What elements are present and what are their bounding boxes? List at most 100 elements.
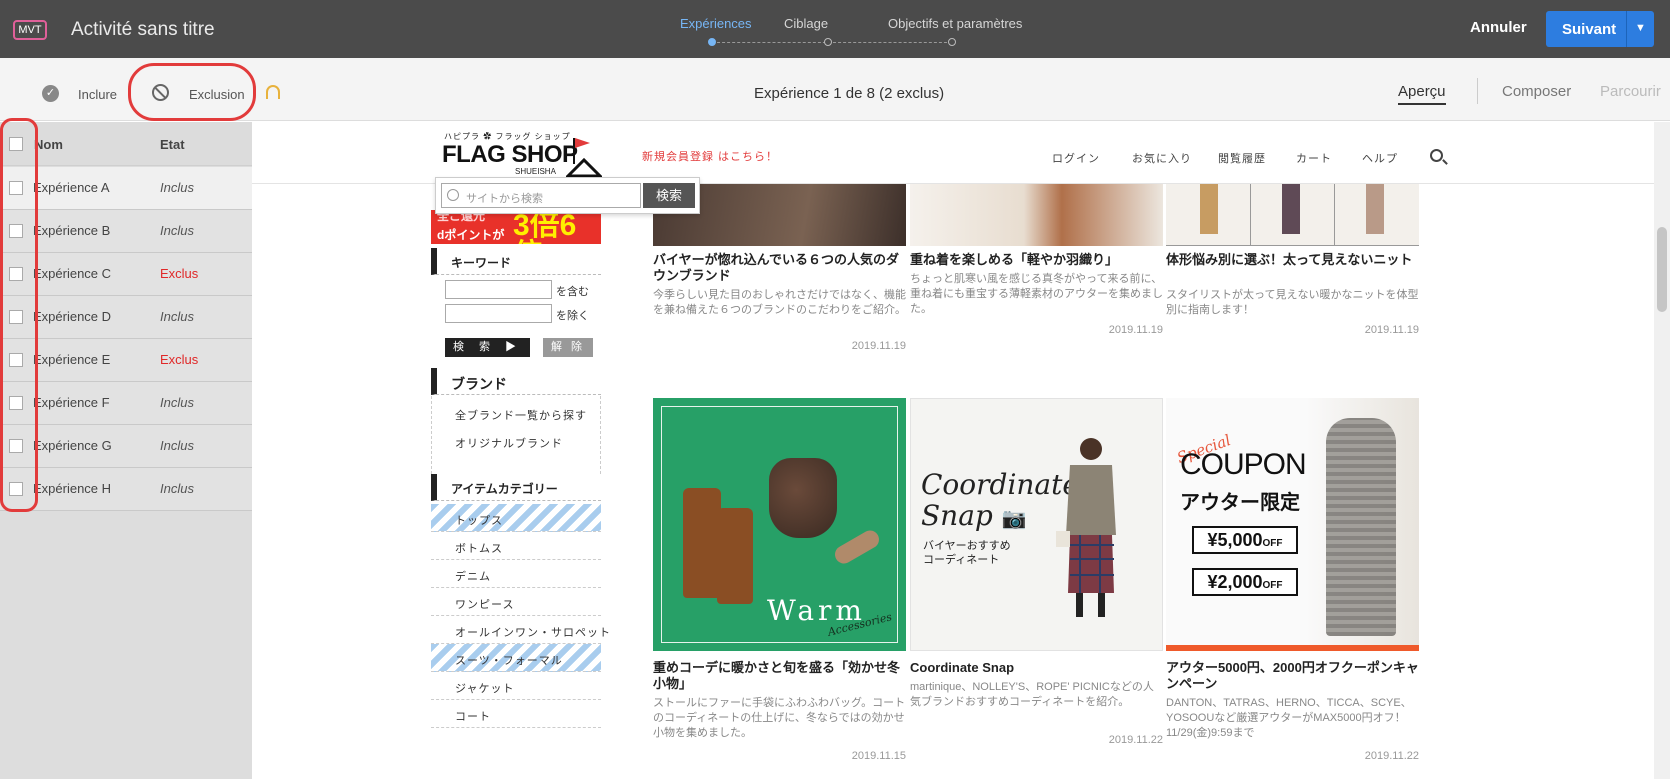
step-targeting[interactable]: Ciblage	[784, 16, 828, 31]
category-label: スーツ・フォーマル	[455, 655, 563, 667]
article-date: 2019.11.22	[1364, 750, 1419, 762]
search-icon[interactable]	[1430, 149, 1443, 162]
keyword-include-label: を含む	[556, 286, 589, 298]
activity-title[interactable]: Activité sans titre	[71, 19, 215, 41]
coupon-suffix: OFF	[1262, 538, 1283, 549]
preview-scrollbar-thumb[interactable]	[1657, 227, 1667, 312]
column-state[interactable]: Etat	[160, 137, 185, 152]
exclusion-button[interactable]: Exclusion	[189, 87, 245, 102]
step-connector	[712, 42, 952, 43]
experience-state: Inclus	[160, 481, 194, 496]
article-card[interactable]: Coordinate Snap 📷 バイヤーおすすめ コーディネート Coordin…	[910, 398, 1163, 758]
experience-name: Expérience G	[33, 438, 112, 453]
article-title: バイヤーが惚れ込んでいる６つの人気のダウンブランド	[653, 252, 899, 283]
cancel-button[interactable]: Annuler	[1470, 19, 1527, 36]
site-header: ハピプラ ✿ フラッグ ショップ FLAG SHOP SHUEISHA 新規会員…	[252, 122, 1654, 184]
next-dropdown-icon[interactable]: ▼	[1626, 11, 1654, 47]
category-item[interactable]: ジャケット	[431, 672, 601, 700]
experience-name: Expérience H	[33, 481, 112, 496]
article-description: DANTON、TATRAS、HERNO、TICCA、SCYE、YOSOOUなど厳…	[1166, 697, 1412, 739]
signup-promo-link[interactable]: 新規会員登録 はこちら！	[642, 148, 778, 164]
article-description: ちょっと肌寒い風を感じる真冬がやって来る前に、重ね着にも重宝する薄軽素材のアウタ…	[910, 273, 1163, 315]
site-search-button[interactable]: 検索	[643, 183, 695, 208]
experience-state: Exclus	[160, 266, 199, 281]
column-name[interactable]: Nom	[34, 137, 63, 152]
brand-heading: ブランド	[431, 368, 601, 395]
article-card[interactable]: 体形悩み別に選ぶ！太って見えないニット スタイリストが太って見えない暖かなニット…	[1166, 184, 1419, 344]
category-item[interactable]: ボトムス	[431, 532, 601, 560]
tab-preview[interactable]: Aperçu	[1398, 83, 1446, 105]
keyword-exclude-input[interactable]	[445, 304, 552, 323]
article-card[interactable]: 重ね着を楽しめる「軽やか羽織り」 ちょっと肌寒い風を感じる真冬がやって来る前に、…	[910, 184, 1163, 344]
experience-name: Expérience C	[33, 266, 112, 281]
article-image: Warm Accessories	[653, 398, 906, 651]
step-dot-goals[interactable]	[948, 38, 956, 46]
include-check-icon[interactable]: ✓	[42, 85, 59, 102]
boot-shape	[717, 508, 753, 604]
site-logo[interactable]: FLAG SHOP	[442, 141, 578, 169]
model-figure	[1056, 438, 1116, 617]
nav-favorites[interactable]: お気に入り	[1132, 150, 1192, 166]
article-card[interactable]: Warm Accessories 重めコーデに暖かさと旬を盛る「効かせ冬小物」 …	[653, 398, 906, 770]
experience-name: Expérience D	[33, 309, 112, 324]
category-item[interactable]: オールインワン・サロペット	[431, 616, 610, 644]
keyword-clear-button[interactable]: 解 除	[543, 338, 593, 357]
image-subtitle: バイヤーおすすめ コーディネート	[923, 539, 1011, 567]
tab-compose[interactable]: Composer	[1502, 83, 1571, 100]
article-title: 重ね着を楽しめる「軽やか羽織り」	[910, 252, 1119, 267]
article-date: 2019.11.19	[851, 340, 906, 352]
next-button[interactable]: Suivant ▼	[1546, 11, 1654, 47]
article-card[interactable]: Special COUPON アウター限定 ¥5,000OFF ¥2,000OF…	[1166, 398, 1419, 770]
step-dot-targeting[interactable]	[824, 38, 832, 46]
category-label: オールインワン・サロペット	[455, 627, 611, 639]
camera-icon: 📷	[1001, 506, 1027, 530]
brand-link-original[interactable]: オリジナルブランド	[455, 435, 563, 451]
exclusion-block-icon[interactable]	[152, 84, 169, 101]
nav-cart[interactable]: カート	[1296, 150, 1332, 166]
article-date: 2019.11.15	[851, 750, 906, 762]
image-subtitle-line: コーディネート	[923, 554, 1000, 566]
step-goals-settings[interactable]: Objectifs et paramètres	[888, 16, 1022, 31]
checkbox-column-highlight-annotation	[0, 118, 38, 512]
category-label: ワンピース	[455, 599, 515, 611]
coupon-amount: ¥2,000OFF	[1192, 568, 1298, 596]
keyword-search-button[interactable]: 検 索 ▶	[445, 338, 530, 357]
article-image	[1166, 184, 1419, 246]
nav-history[interactable]: 閲覧履歴	[1218, 150, 1266, 166]
model-figure	[1326, 418, 1396, 636]
article-image: Coordinate Snap 📷 バイヤーおすすめ コーディネート	[910, 398, 1163, 651]
workflow-steps: Expériences Ciblage Objectifs et paramèt…	[660, 16, 1040, 50]
points-banner[interactable]: 全ご還元 dポイントが 3倍6倍	[431, 210, 601, 244]
preview-scrollbar[interactable]	[1654, 122, 1670, 779]
step-dot-experiences[interactable]	[708, 38, 716, 46]
step-experiences[interactable]: Expériences	[680, 16, 752, 31]
article-title: 重めコーデに暖かさと旬を盛る「効かせ冬小物」	[653, 660, 901, 691]
article-description: 今季らしい見た目のおしゃれさだけではなく、機能を兼ね備えた６つのブランドのこだわ…	[653, 289, 906, 316]
nav-help[interactable]: ヘルプ	[1362, 150, 1398, 166]
tab-browse[interactable]: Parcourir	[1600, 83, 1661, 100]
article-title: Coordinate Snap	[910, 660, 1015, 675]
experience-counter: Expérience 1 de 8 (2 exclus)	[754, 85, 945, 102]
category-item[interactable]: スーツ・フォーマル	[431, 644, 601, 672]
boot-shape	[683, 488, 721, 598]
category-item[interactable]: トップス	[431, 504, 601, 532]
category-label: デニム	[455, 571, 491, 583]
tab-divider	[1477, 78, 1478, 104]
category-item[interactable]: コート	[431, 700, 601, 728]
category-item[interactable]: デニム	[431, 560, 601, 588]
brand-link-all[interactable]: 全ブランド一覧から探す	[455, 407, 587, 423]
rule-icon[interactable]	[266, 85, 280, 99]
article-description: スタイリストが太って見えない暖かなニットを体型別に指南します！	[1166, 289, 1419, 316]
article-description: martinique、NOLLEY'S、ROPE' PICNICなどの人気ブラン…	[910, 681, 1154, 708]
include-button[interactable]: Inclure	[78, 87, 117, 102]
category-item[interactable]: ワンピース	[431, 588, 601, 616]
keyword-include-input[interactable]	[445, 280, 552, 299]
nav-login[interactable]: ログイン	[1052, 150, 1100, 166]
site-search-input[interactable]: サイトから検索	[441, 183, 641, 208]
experience-state: Inclus	[160, 309, 194, 324]
site-preview[interactable]: ハピプラ ✿ フラッグ ショップ FLAG SHOP SHUEISHA 新規会員…	[252, 122, 1654, 779]
next-button-label: Suivant	[1562, 21, 1617, 38]
site-search-placeholder: サイトから検索	[466, 193, 543, 205]
preview-canvas: ハピプラ ✿ フラッグ ショップ FLAG SHOP SHUEISHA 新規会員…	[252, 122, 1670, 779]
brand-heading-label: ブランド	[451, 376, 507, 392]
